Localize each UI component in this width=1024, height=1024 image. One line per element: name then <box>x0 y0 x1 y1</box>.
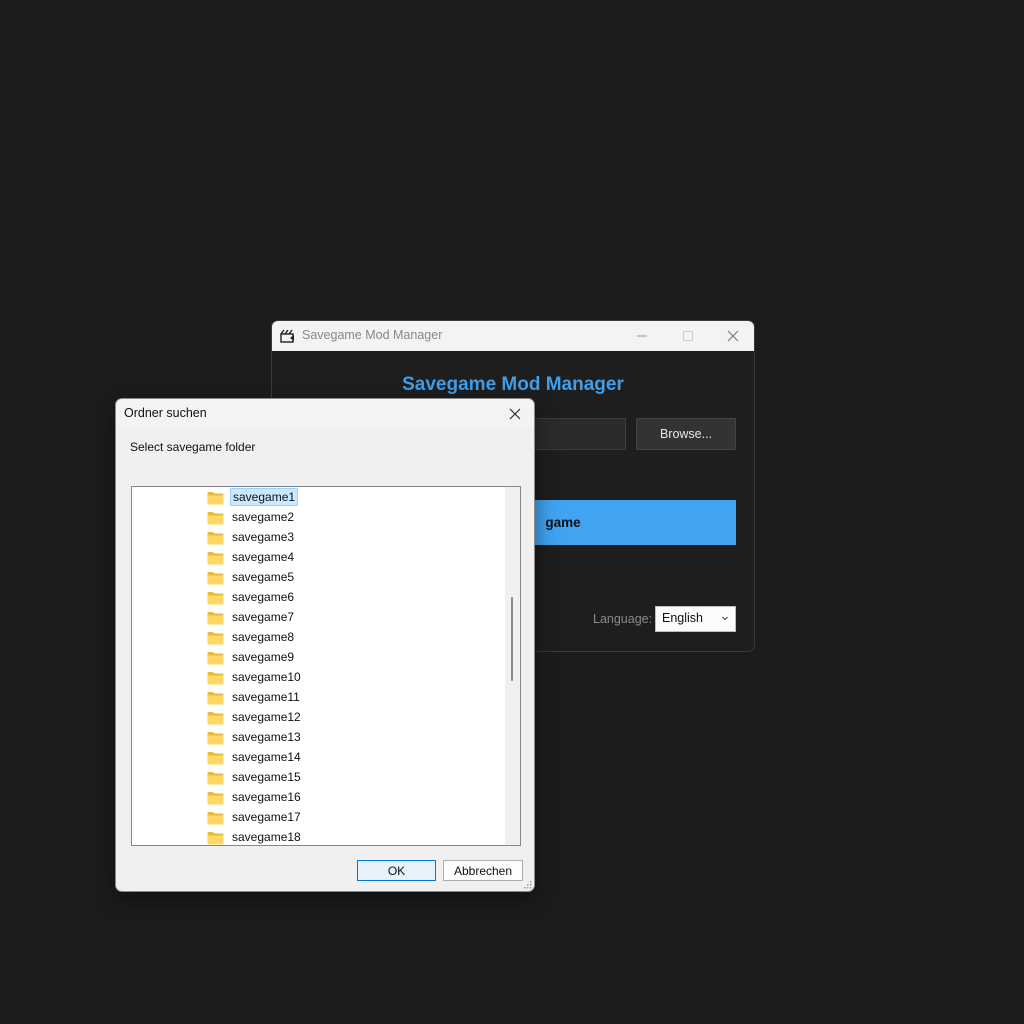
app-heading: Savegame Mod Manager <box>402 374 624 395</box>
app-titlebar[interactable]: Savegame Mod Manager <box>272 321 754 351</box>
tree-item-label: savegame17 <box>232 810 301 824</box>
tree-item-label: savegame1 <box>230 488 299 506</box>
folder-icon <box>207 510 224 525</box>
tree-item-folder[interactable]: savegame3 <box>207 527 296 547</box>
tree-item-label: savegame4 <box>232 550 295 564</box>
tree-item-label: savegame8 <box>232 630 295 644</box>
dialog-title: Ordner suchen <box>124 406 207 420</box>
folder-icon <box>207 490 224 505</box>
dialog-close-button[interactable] <box>506 405 524 423</box>
folder-icon <box>207 530 224 545</box>
minimize-icon <box>637 335 647 337</box>
language-select[interactable]: English <box>655 606 736 632</box>
tree-item-label: savegame6 <box>232 590 295 604</box>
folder-icon <box>207 610 224 625</box>
close-button[interactable] <box>710 321 754 351</box>
language-selected-value: English <box>662 611 703 625</box>
cancel-button[interactable]: Abbrechen <box>443 860 523 881</box>
tree-item-label: savegame3 <box>232 530 295 544</box>
maximize-icon <box>683 331 693 341</box>
folder-icon <box>207 810 224 825</box>
tree-item-folder[interactable]: savegame13 <box>207 727 303 747</box>
close-icon <box>509 408 521 420</box>
dialog-instruction: Select savegame folder <box>130 440 256 454</box>
folder-icon <box>207 650 224 665</box>
tree-item-folder[interactable]: savegame15 <box>207 767 303 787</box>
tree-item-folder[interactable]: savegame16 <box>207 787 303 807</box>
tree-item-label: savegame7 <box>232 610 295 624</box>
tree-item-folder[interactable]: savegame10 <box>207 667 303 687</box>
resize-grip-icon[interactable] <box>522 879 532 889</box>
tree-item-label: savegame11 <box>232 690 300 704</box>
tree-item-folder[interactable]: savegame8 <box>207 627 296 647</box>
tree-item-label: savegame16 <box>232 790 301 804</box>
tree-item-label: savegame14 <box>232 750 301 764</box>
tree-item-folder[interactable]: savegame9 <box>207 647 296 667</box>
tree-item-folder[interactable]: savegame12 <box>207 707 303 727</box>
tree-item-label: savegame15 <box>232 770 301 784</box>
tree-item-label: savegame18 <box>232 830 301 844</box>
folder-icon <box>207 750 224 765</box>
folder-tree-view[interactable]: savegame18 savegame17 savegame16 savegame15… <box>131 486 521 846</box>
app-icon <box>280 329 294 343</box>
tree-item-folder[interactable]: savegame17 <box>207 807 303 827</box>
folder-icon <box>207 630 224 645</box>
folder-icon <box>207 730 224 745</box>
folder-icon <box>207 690 224 705</box>
tree-item-folder[interactable]: savegame6 <box>207 587 296 607</box>
tree-item-label: savegame13 <box>232 730 301 744</box>
action-button-label: game <box>545 515 581 530</box>
tree-item-label: savegame10 <box>232 670 301 684</box>
folder-icon <box>207 710 224 725</box>
folder-icon <box>207 790 224 805</box>
folder-icon <box>207 570 224 585</box>
maximize-button[interactable] <box>665 321 711 351</box>
tree-item-folder[interactable]: savegame11 <box>207 687 302 707</box>
folder-icon <box>207 590 224 605</box>
browse-button[interactable]: Browse... <box>636 418 736 450</box>
tree-item-folder[interactable]: savegame1 <box>207 487 299 507</box>
tree-item-folder[interactable]: savegame5 <box>207 567 296 587</box>
folder-icon <box>207 670 224 685</box>
tree-item-label: savegame5 <box>232 570 295 584</box>
language-label: Language: <box>593 612 653 626</box>
dialog-titlebar[interactable]: Ordner suchen <box>116 399 534 429</box>
tree-item-folder[interactable]: savegame4 <box>207 547 296 567</box>
tree-item-label: savegame12 <box>232 710 301 724</box>
scrollbar[interactable] <box>505 487 520 845</box>
tree-item-folder[interactable]: savegame14 <box>207 747 303 767</box>
folder-browse-dialog: Ordner suchen Select savegame folder sav… <box>115 398 535 892</box>
minimize-button[interactable] <box>619 321 665 351</box>
tree-item-label: savegame9 <box>232 650 295 664</box>
folder-icon <box>207 830 224 845</box>
chevron-down-icon <box>722 616 728 621</box>
tree-item-folder[interactable]: savegame2 <box>207 507 296 527</box>
close-icon <box>727 330 739 342</box>
ok-button[interactable]: OK <box>357 860 436 881</box>
tree-item-folder[interactable]: savegame7 <box>207 607 296 627</box>
folder-icon <box>207 550 224 565</box>
tree-item-label: savegame2 <box>232 510 295 524</box>
app-window-title: Savegame Mod Manager <box>302 328 443 342</box>
scrollbar-thumb[interactable] <box>511 597 513 681</box>
folder-icon <box>207 770 224 785</box>
tree-item-folder[interactable]: savegame18 <box>207 827 303 845</box>
